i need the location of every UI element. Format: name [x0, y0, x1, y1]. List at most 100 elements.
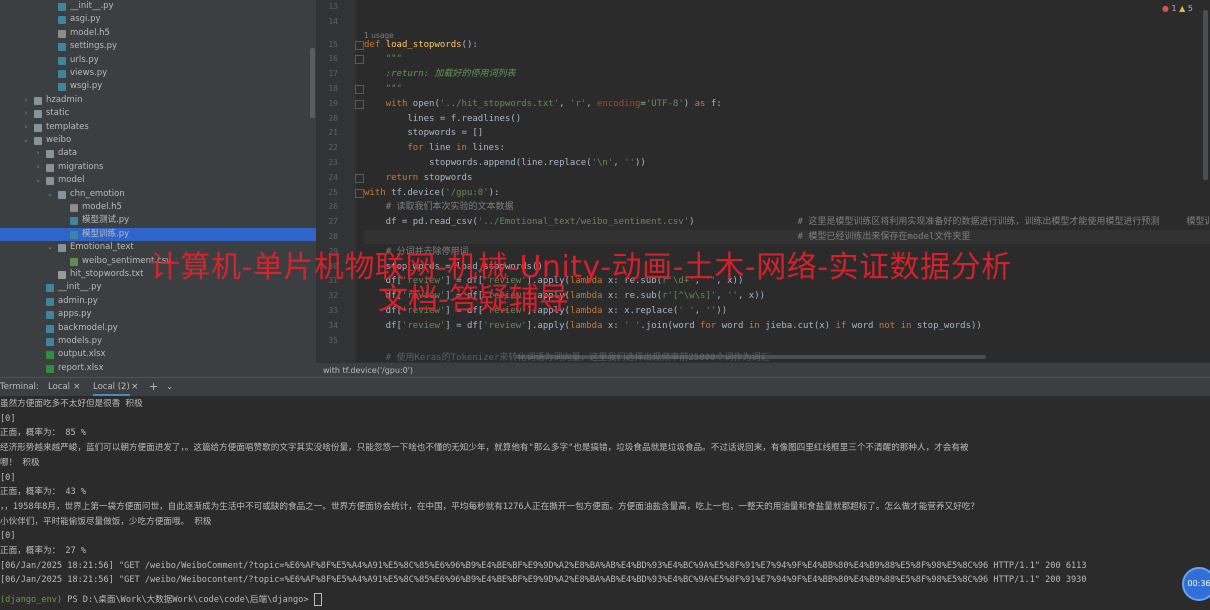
tree-item-label: Emotional_text [70, 242, 134, 253]
tree-item[interactable]: ⌄ weibo [0, 134, 316, 147]
tree-item[interactable]: › static [0, 107, 316, 120]
tree-item[interactable]: model.h5 [0, 27, 316, 40]
code-line[interactable]: return stopwords [364, 171, 473, 185]
chevron-down-icon[interactable]: ⌄ [22, 134, 30, 147]
tree-item[interactable]: ⌄ model [0, 174, 316, 187]
line-number: 32 [328, 291, 338, 301]
chevron-right-icon[interactable]: › [34, 147, 42, 160]
line-number: 23 [328, 158, 338, 167]
code-line[interactable]: :return: 加载好的停用词列表 [364, 67, 516, 81]
code-line[interactable]: lines = f.readlines() [364, 112, 521, 126]
tree-item[interactable]: __init__.py [0, 0, 316, 13]
prompt-env: (django_env) [0, 595, 63, 605]
code-line[interactable]: for line in lines: [364, 141, 505, 155]
fold-marker-icon[interactable] [355, 55, 364, 65]
breadcrumb-item[interactable]: with tf.device('/gpu:0') [323, 366, 413, 375]
chevron-down-icon[interactable]: ⌄ [46, 188, 54, 201]
tree-item[interactable]: backmodel.py [0, 322, 316, 335]
warning-count: 5 [1187, 4, 1193, 13]
fold-marker-icon[interactable] [355, 40, 364, 50]
code-line[interactable]: """ [364, 82, 402, 96]
terminal-output[interactable]: (django_env) PS D:\桌面\Work\大数据Work\code\… [0, 396, 1210, 610]
line-number: 14 [328, 16, 338, 26]
tree-scrollbar[interactable] [310, 48, 315, 118]
chevron-right-icon[interactable]: › [34, 161, 42, 174]
code-line[interactable]: # 模型已经训练出来保存在model文件夹里 [364, 230, 1210, 244]
tree-item[interactable]: asgi.py [0, 13, 316, 26]
editor-vertical-scrollbar[interactable] [1203, 10, 1208, 180]
python-file-icon [58, 56, 66, 65]
folder-icon [34, 123, 42, 132]
tree-item[interactable]: report.xlsx [0, 362, 316, 375]
folder-icon [58, 244, 66, 253]
code-line[interactable]: df = pd.read_csv('../Emotional_text/weib… [364, 215, 1210, 229]
tree-item[interactable]: models.py [0, 335, 316, 348]
inspection-indicator[interactable]: ● 1 ▲ 5 [1162, 4, 1193, 13]
code-line[interactable]: with tf.device('/gpu:0'): [364, 186, 499, 200]
tree-item[interactable]: 模型测试.py [0, 214, 316, 227]
fold-marker-icon[interactable] [355, 85, 364, 94]
code-line-partial[interactable]: # 使用Keras的Tokenizer来转化词语为词向量，这里我们选择出现频率前… [364, 351, 770, 362]
tree-item-label: model [58, 175, 85, 186]
csv-file-icon [70, 257, 78, 266]
code-line[interactable]: """ [364, 52, 402, 66]
terminal-line: [0] [0, 413, 16, 424]
prompt-path: PS D:\桌面\Work\大数据Work\code\code\后端\djang… [62, 595, 314, 605]
close-tab-local-2-icon[interactable]: × [131, 378, 139, 396]
line-number: 26 [328, 202, 338, 212]
tree-item[interactable]: settings.py [0, 40, 316, 53]
fold-marker-icon[interactable] [355, 173, 364, 183]
python-file-icon [46, 324, 54, 333]
terminal-line: [0] [0, 531, 16, 542]
code-line[interactable]: with open('../hit_stopwords.txt', 'r', e… [364, 97, 722, 111]
chevron-down-icon[interactable]: ⌄ [46, 241, 54, 254]
fold-marker-icon[interactable] [355, 99, 364, 109]
tree-item[interactable]: 模型训练.py [0, 227, 316, 241]
fold-marker-icon[interactable] [355, 188, 364, 198]
tree-item-label: 模型测试.py [82, 215, 130, 226]
tree-item[interactable]: apps.py [0, 308, 316, 321]
recording-timer-badge[interactable]: 00:36 [1182, 567, 1210, 601]
tree-item[interactable]: admin.py [0, 295, 316, 308]
chevron-right-icon[interactable]: › [22, 107, 30, 120]
tab-local-2[interactable]: Local (2) [93, 378, 130, 396]
tree-item-label: apps.py [58, 309, 92, 320]
code-line[interactable]: def load_stopwords(): [364, 38, 478, 52]
tree-item[interactable]: › templates [0, 121, 316, 134]
python-file-icon [46, 297, 54, 306]
chevron-down-icon[interactable]: ⌄ [34, 174, 42, 187]
add-terminal-icon[interactable]: + [149, 378, 158, 396]
line-number: 22 [328, 143, 338, 153]
terminal-line: 正面，概率为： 43 % [0, 487, 87, 498]
code-line[interactable]: df['review'] = df['review'].apply(lambda… [364, 319, 982, 333]
terminal-more-icon[interactable]: ⌄ [166, 378, 173, 396]
tree-item[interactable]: urls.py [0, 54, 316, 67]
tree-item[interactable]: ⌄ chn_emotion [0, 188, 316, 201]
file-icon [70, 204, 78, 212]
tree-item[interactable]: › hzadmin [0, 94, 316, 107]
tree-item-label: model.h5 [82, 202, 122, 212]
code-line[interactable]: stopwords = [] [364, 126, 483, 140]
tree-item[interactable]: › migrations [0, 161, 316, 174]
editor-breadcrumb[interactable]: with tf.device('/gpu:0') [316, 362, 1210, 378]
folder-icon [34, 96, 42, 105]
terminal-prompt[interactable]: (django_env) PS D:\桌面\Work\大数据Work\code\… [0, 593, 1210, 607]
tree-item[interactable]: wsgi.py [0, 80, 316, 93]
tree-item[interactable]: views.py [0, 67, 316, 80]
tree-item-label: 模型训练.py [82, 228, 130, 239]
line-number: 34 [328, 320, 338, 330]
terminal-line: [0] [0, 472, 16, 483]
code-line[interactable]: stopwords.append(line.replace('\n', '')) [364, 156, 646, 170]
tab-local[interactable]: Local [48, 378, 70, 396]
tree-item[interactable]: output.xlsx [0, 348, 316, 361]
python-file-icon [70, 217, 78, 226]
code-line[interactable]: # 读取我们本次实验的文本数据 [364, 200, 514, 214]
close-tab-local-icon[interactable]: × [73, 378, 81, 396]
tree-item[interactable]: model.h5 [0, 201, 316, 214]
chevron-right-icon[interactable]: › [22, 121, 30, 134]
chevron-right-icon[interactable]: › [22, 94, 30, 107]
tree-item[interactable]: › data [0, 147, 316, 160]
tree-item-label: static [46, 108, 70, 119]
folder-icon [46, 177, 54, 186]
python-file-icon [70, 230, 78, 239]
